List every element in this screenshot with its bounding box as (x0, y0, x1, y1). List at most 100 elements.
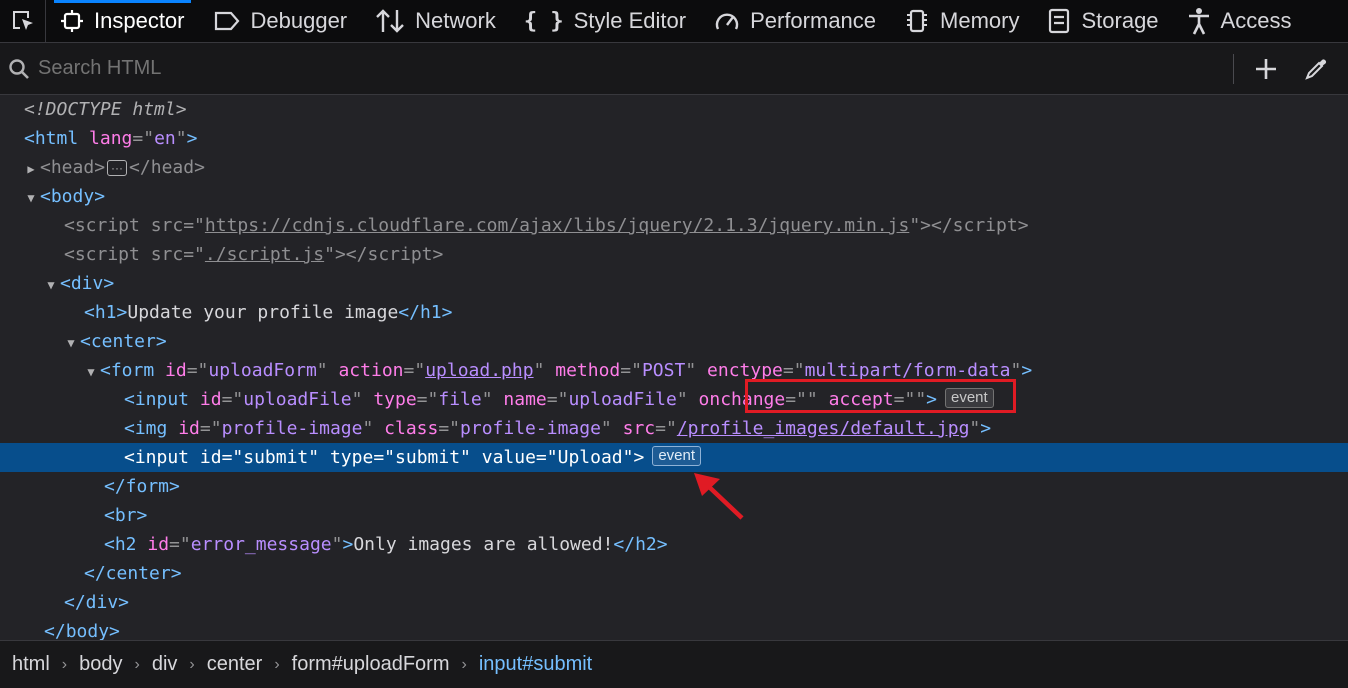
eyedropper-button[interactable] (1298, 51, 1334, 87)
search-bar (0, 43, 1348, 95)
h2-id-value: error_message (190, 534, 332, 555)
input-type-value: submit (395, 447, 461, 468)
tree-node-center-close[interactable]: </center> (0, 559, 1348, 588)
tree-node-div-close[interactable]: </div> (0, 588, 1348, 617)
tab-label: Access (1220, 8, 1292, 33)
img-id-value: profile-image (221, 418, 363, 439)
doctype-text: <!DOCTYPE html> (24, 99, 187, 120)
storage-icon (1047, 8, 1071, 34)
style-editor-icon: { } (523, 8, 564, 34)
search-html-input[interactable] (36, 56, 1220, 81)
chevron-right-icon: › (274, 655, 280, 673)
performance-icon (714, 9, 740, 33)
accessibility-icon (1187, 7, 1211, 35)
body-tag-open: body (50, 186, 95, 207)
plus-icon (1256, 58, 1276, 79)
input-type-value: file (438, 389, 482, 410)
tab-debugger[interactable]: Debugger (199, 0, 362, 43)
tree-node-head[interactable]: ▶ <head> ··· </head> (0, 153, 1348, 182)
tree-node-form-close[interactable]: </form> (0, 472, 1348, 501)
h1-text: Update your profile image (127, 302, 399, 323)
tree-node-input-submit-selected[interactable]: <input id="submit" type="submit" value="… (0, 443, 1348, 472)
body-tag-close: body (65, 621, 110, 640)
img-src-link[interactable]: /profile_images/default.jpg (677, 418, 970, 439)
img-class-value: profile-image (460, 418, 601, 439)
tree-node-doctype[interactable]: <!DOCTYPE html> (0, 95, 1348, 124)
red-arrow-icon (694, 473, 744, 520)
chevron-right-icon: › (189, 655, 195, 673)
input-value-value: Upload (557, 447, 623, 468)
breadcrumb-item[interactable]: form#uploadForm (292, 653, 450, 676)
input-name-value: uploadFile (568, 389, 677, 410)
tree-node-script-jquery[interactable]: <script src="https://cdnjs.cloudflare.co… (0, 211, 1348, 240)
form-id-value: uploadForm (208, 360, 317, 381)
head-tag-open: head (50, 157, 95, 178)
event-badge[interactable]: event (652, 446, 702, 466)
tree-node-div[interactable]: ▼ <div> (0, 269, 1348, 298)
tab-label: Inspector (94, 8, 185, 33)
tab-accessibility[interactable]: Access (1173, 0, 1306, 43)
collapse-toggle-icon[interactable]: ▼ (64, 329, 78, 358)
tree-node-input-file[interactable]: <input id="uploadFile" type="file" name=… (0, 385, 1348, 414)
form-enctype-value: multipart/form-data (804, 360, 1011, 381)
input-id-value: submit (243, 447, 309, 468)
input-id-value: uploadFile (243, 389, 352, 410)
tree-node-h1[interactable]: <h1>Update your profile image</h1> (0, 298, 1348, 327)
breadcrumb: html › body › div › center › form#upload… (0, 640, 1348, 688)
collapse-toggle-icon[interactable]: ▼ (84, 358, 98, 387)
breadcrumb-item[interactable]: center (207, 653, 263, 676)
breadcrumb-item[interactable]: html (12, 653, 50, 676)
markup-tree: <!DOCTYPE html> <html lang="en"> ▶ <head>… (0, 95, 1348, 640)
tab-label: Debugger (250, 8, 348, 33)
tab-storage[interactable]: Storage (1033, 0, 1172, 43)
tab-label: Network (415, 8, 496, 33)
tree-node-html[interactable]: <html lang="en"> (0, 124, 1348, 153)
h2-text: Only images are allowed! (353, 534, 614, 555)
expand-toggle-icon[interactable]: ▶ (24, 155, 38, 184)
tab-memory[interactable]: Memory (890, 0, 1033, 43)
tree-node-h2[interactable]: <h2 id="error_message">Only images are a… (0, 530, 1348, 559)
debugger-icon (213, 10, 241, 32)
script-src-link[interactable]: ./script.js (205, 244, 324, 265)
red-highlight-box (745, 379, 1016, 413)
tree-node-center[interactable]: ▼ <center> (0, 327, 1348, 356)
network-icon (375, 8, 405, 34)
collapsed-content-icon[interactable]: ··· (107, 160, 128, 176)
form-action-link[interactable]: upload.php (425, 360, 533, 381)
collapse-toggle-icon[interactable]: ▼ (24, 184, 38, 213)
toolbar-separator (1233, 53, 1234, 84)
tree-node-form[interactable]: ▼ <form id="uploadForm" action="upload.ph… (0, 356, 1348, 385)
form-method-value: POST (641, 360, 686, 381)
script-src-link[interactable]: https://cdnjs.cloudflare.com/ajax/libs/j… (205, 215, 909, 236)
breadcrumb-item[interactable]: div (152, 653, 178, 676)
tree-node-script-local[interactable]: <script src="./script.js"></script> (0, 240, 1348, 269)
tab-inspector[interactable]: Inspector (46, 0, 199, 43)
add-node-button[interactable] (1248, 51, 1284, 87)
tree-node-br[interactable]: <br> (0, 501, 1348, 530)
tab-label: Memory (940, 8, 1020, 33)
tab-label: Performance (750, 8, 877, 33)
chevron-right-icon: › (461, 655, 467, 673)
chevron-right-icon: › (134, 655, 140, 673)
memory-icon (904, 8, 930, 34)
tree-node-body[interactable]: ▼ <body> (0, 182, 1348, 211)
chevron-right-icon: › (61, 655, 68, 673)
tab-network[interactable]: Network (361, 0, 510, 43)
inspector-icon (60, 9, 84, 33)
tab-style-editor[interactable]: { } Style Editor (510, 0, 700, 43)
search-icon (8, 58, 30, 80)
devtools-toolbar: Inspector Debugger Network { } Style Edi… (0, 0, 1348, 43)
html-lang-value: en (154, 128, 176, 149)
tab-label: Storage (1081, 8, 1159, 33)
tree-node-img[interactable]: <img id="profile-image" class="profile-i… (0, 414, 1348, 443)
element-picker-icon (12, 11, 33, 30)
collapse-toggle-icon[interactable]: ▼ (44, 271, 58, 300)
element-picker-button[interactable] (0, 0, 46, 43)
head-tag-close: head (150, 157, 195, 178)
tree-node-body-close[interactable]: </body> (0, 617, 1348, 640)
tab-performance[interactable]: Performance (700, 0, 890, 43)
tab-label: Style Editor (573, 8, 687, 33)
breadcrumb-item-current[interactable]: input#submit (479, 653, 592, 676)
breadcrumb-item[interactable]: body (79, 653, 122, 676)
eyedropper-icon (1305, 59, 1326, 80)
